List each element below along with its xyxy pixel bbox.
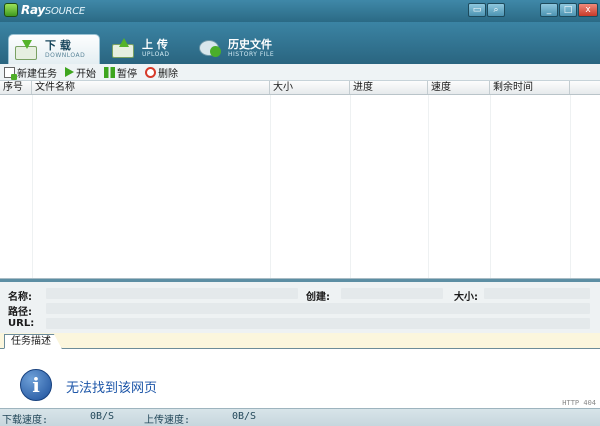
app-window: RaySOURCE ▭ ⌕ _ □ x 下 载 DOWNLOAD 上 传 UPL… [0, 0, 600, 426]
title-bar: RaySOURCE ▭ ⌕ _ □ x [0, 0, 600, 22]
col-header-speed[interactable]: 速度 [428, 81, 490, 94]
toolbar: 新建任务 开始 暂停 删除 [0, 64, 600, 81]
error-code: HTTP 404 [562, 399, 596, 407]
search-button[interactable]: ⌕ [487, 3, 505, 17]
upload-speed-label: 上传速度: [144, 415, 191, 426]
tab-download-label: 下 载 [45, 39, 71, 52]
col-header-remaining[interactable]: 剩余时间 [490, 81, 570, 94]
upload-icon [112, 38, 136, 58]
name-label: 名称: [8, 292, 32, 303]
search-icon: ⌕ [493, 5, 499, 15]
download-icon [15, 39, 39, 60]
description-content: i 无法找到该网页 HTTP 404 [0, 349, 600, 408]
info-icon: i [20, 369, 52, 401]
size-label: 大小: [454, 292, 478, 303]
history-icon [198, 38, 222, 58]
tab-download-sublabel: DOWNLOAD [45, 52, 86, 59]
play-icon [65, 67, 74, 77]
task-list[interactable]: 序号 文件名称 大小 进度 速度 剩余时间 [0, 81, 600, 279]
skin-button[interactable]: ▭ [468, 3, 486, 17]
created-label: 创建: [306, 292, 330, 303]
tab-bar: 下 载 DOWNLOAD 上 传 UPLOAD 历史文件 HISTORY FIL… [0, 22, 600, 64]
download-speed-value: 0B/S [90, 411, 115, 422]
description-tab-strip: 任务描述 [0, 333, 600, 349]
created-field [341, 288, 443, 299]
task-info-panel: 名称: 创建: 大小: 路径: URL: [0, 279, 600, 333]
error-message: 无法找到该网页 [66, 381, 158, 396]
tab-upload[interactable]: 上 传 UPLOAD [106, 32, 169, 64]
col-header-index[interactable]: 序号 [0, 81, 32, 94]
logo-main: Ray [21, 3, 45, 17]
delete-label: 删除 [158, 68, 178, 80]
new-task-label: 新建任务 [17, 68, 57, 80]
url-label: URL: [8, 318, 35, 329]
col-header-filename[interactable]: 文件名称 [32, 81, 270, 94]
tab-history-label: 历史文件 [228, 37, 272, 51]
task-list-body[interactable] [0, 95, 600, 278]
upload-speed-value: 0B/S [232, 411, 257, 422]
skin-icon: ▭ [472, 5, 482, 15]
col-header-progress[interactable]: 进度 [350, 81, 428, 94]
size-field [484, 288, 590, 299]
new-task-icon [4, 66, 17, 80]
app-logo: RaySOURCE [4, 3, 85, 17]
path-label: 路径: [8, 307, 32, 318]
col-header-filler [570, 81, 600, 94]
col-header-size[interactable]: 大小 [270, 81, 350, 94]
logo-icon [4, 3, 18, 17]
path-field [46, 303, 590, 314]
tab-upload-sublabel: UPLOAD [142, 50, 170, 58]
url-field [46, 318, 590, 329]
pause-button[interactable]: 暂停 [104, 65, 137, 80]
maximize-button[interactable]: □ [559, 3, 577, 17]
tab-history[interactable]: 历史文件 HISTORY FILE [192, 32, 274, 64]
delete-icon [145, 66, 156, 78]
delete-button[interactable]: 删除 [145, 65, 178, 80]
tab-upload-label: 上 传 [142, 37, 168, 51]
start-label: 开始 [76, 68, 96, 80]
pause-label: 暂停 [117, 68, 137, 80]
start-button[interactable]: 开始 [65, 65, 96, 80]
tab-task-description[interactable]: 任务描述 [4, 334, 62, 349]
minimize-button[interactable]: _ [540, 3, 558, 17]
pause-icon [104, 66, 115, 78]
tab-history-sublabel: HISTORY FILE [228, 50, 275, 58]
task-list-header: 序号 文件名称 大小 进度 速度 剩余时间 [0, 81, 600, 95]
close-button[interactable]: x [578, 3, 598, 17]
status-bar: 下载速度: 0B/S 上传速度: 0B/S [0, 408, 600, 426]
name-field [46, 288, 298, 299]
download-speed-label: 下载速度: [2, 415, 49, 426]
logo-sub: SOURCE [44, 6, 85, 17]
tab-download[interactable]: 下 载 DOWNLOAD [8, 34, 100, 64]
new-task-button[interactable]: 新建任务 [4, 65, 57, 80]
